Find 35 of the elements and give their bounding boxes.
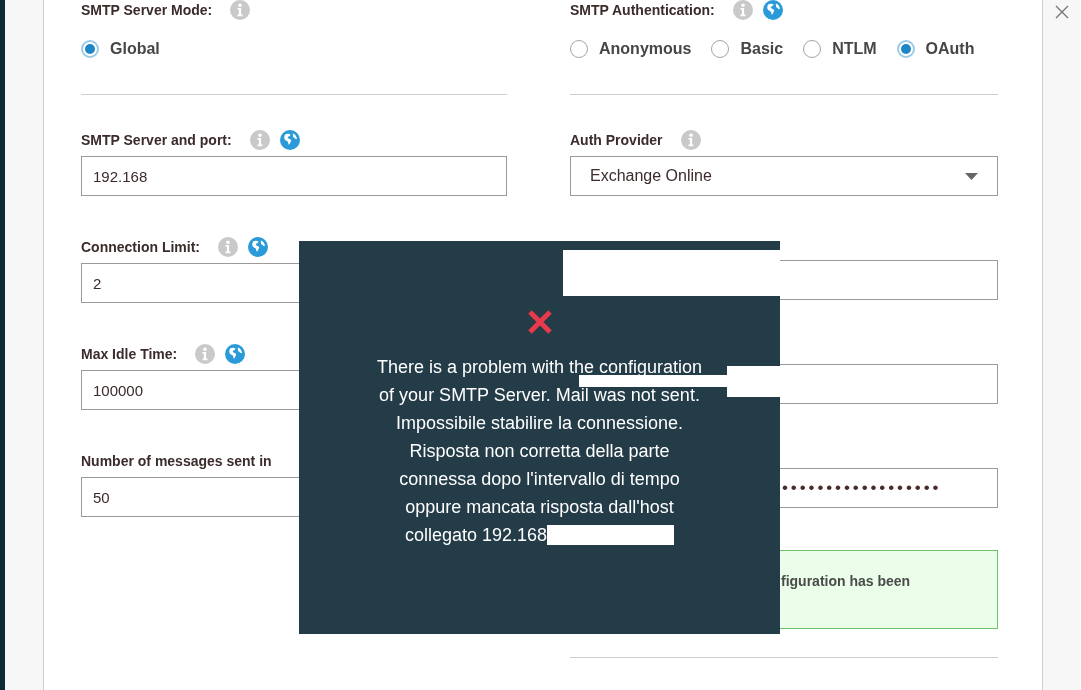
field-label: Auth Provider — [570, 132, 663, 148]
globe-icon[interactable] — [248, 237, 268, 257]
input-field[interactable]: 192.168 — [81, 156, 507, 196]
radio-label[interactable]: Anonymous — [599, 40, 692, 58]
section-label: SMTP Server Mode: — [81, 2, 213, 18]
radio-button[interactable] — [896, 40, 915, 58]
info-icon[interactable] — [218, 237, 238, 257]
field-label: Number of messages sent in — [81, 453, 272, 469]
info-icon[interactable] — [732, 0, 753, 20]
field-label: Max Idle Time: — [81, 346, 178, 362]
radio-label[interactable]: Basic — [740, 40, 784, 58]
dropdown[interactable]: Exchange Online — [570, 156, 998, 196]
radio-label[interactable]: Global — [110, 40, 160, 58]
info-icon[interactable] — [195, 344, 216, 364]
caret-icon — [965, 172, 978, 180]
error-message-line: collegato 192.168 — [404, 524, 548, 547]
error-message-line: Risposta non corretta della parte — [409, 440, 670, 463]
info-icon[interactable] — [680, 130, 701, 150]
radio-button[interactable] — [81, 40, 99, 58]
radio-label[interactable]: OAuth — [925, 40, 975, 58]
radio-button[interactable] — [803, 40, 822, 58]
info-icon[interactable] — [249, 130, 270, 150]
radio-label[interactable]: NTLM — [832, 40, 877, 58]
error-message-line: Impossibile stabilire la connessione. — [395, 412, 684, 435]
globe-icon[interactable] — [279, 130, 300, 150]
info-icon[interactable] — [230, 0, 251, 20]
field-label: Connection Limit: — [81, 239, 200, 255]
section-label: SMTP Authentication: — [570, 2, 715, 18]
error-icon — [526, 309, 553, 335]
globe-icon[interactable] — [225, 344, 246, 364]
radio-button[interactable] — [570, 40, 588, 58]
globe-icon[interactable] — [762, 0, 783, 20]
field-label: SMTP Server and port: — [81, 132, 232, 148]
radio-button[interactable] — [711, 40, 730, 58]
close-icon[interactable] — [1054, 5, 1069, 19]
